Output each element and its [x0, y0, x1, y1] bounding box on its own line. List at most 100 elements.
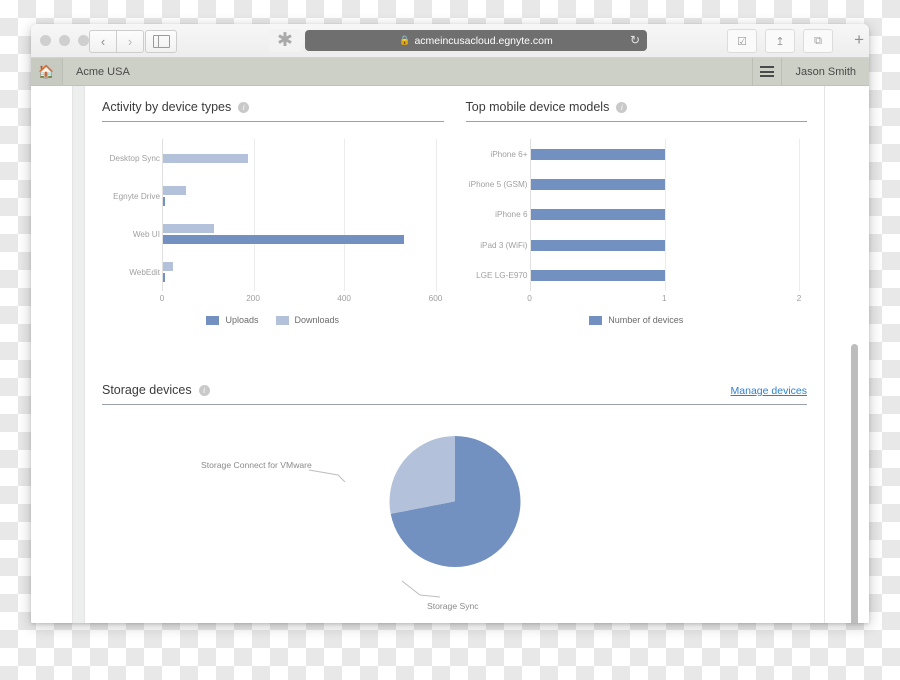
storage-pie-chart — [389, 436, 520, 567]
mobile-category-label: iPad 3 (WiFi) — [480, 240, 528, 250]
mobile-x-axis: 0 1 2 — [527, 291, 802, 307]
activity-category-label: Desktop Sync — [109, 153, 160, 163]
mobile-models-widget-title: Top mobile device models — [465, 100, 610, 114]
mobile-legend: Number of devices — [466, 315, 808, 325]
mobile-x-tick: 0 — [527, 294, 532, 303]
mobile-device-bar — [530, 239, 665, 251]
legend-item-uploads: Uploads — [206, 315, 259, 325]
browser-window: ‹ › ✱ 🔒 acmeincusacloud.egnyte.com ↻ ☑ ↥… — [31, 24, 869, 623]
minimize-window-button[interactable] — [59, 35, 70, 46]
activity-uploads-bar — [163, 197, 166, 206]
page-body: Activity by device types i Desktop Sync … — [31, 86, 869, 623]
legend-label: Downloads — [294, 315, 340, 325]
activity-x-tick: 400 — [337, 294, 351, 303]
address-bar[interactable]: 🔒 acmeincusacloud.egnyte.com ↻ — [305, 30, 647, 51]
activity-downloads-bar — [163, 186, 186, 195]
mobile-category-label: LGE LG-E970 — [476, 271, 528, 281]
legend-swatch — [206, 315, 220, 325]
activity-x-tick: 0 — [159, 294, 165, 303]
maximize-window-button[interactable] — [78, 35, 89, 46]
sidebar-toggle-button[interactable] — [145, 30, 177, 53]
info-icon[interactable]: i — [238, 101, 250, 113]
activity-downloads-bar — [163, 153, 249, 163]
left-rail — [31, 86, 73, 623]
mobile-models-widget-header: Top mobile device models i — [465, 100, 807, 122]
legend-label: Uploads — [225, 315, 259, 325]
mobile-category-labels: iPhone 6+ iPhone 5 (GSM) iPhone 6 iPad 3… — [466, 139, 528, 291]
mobile-device-bar — [530, 270, 665, 282]
mobile-models-chart: iPhone 6+ iPhone 5 (GSM) iPhone 6 iPad 3… — [466, 139, 808, 325]
scrollbar-thumb[interactable] — [851, 344, 858, 623]
activity-uploads-bar — [163, 235, 404, 244]
mobile-bar-group — [530, 169, 800, 199]
storage-widget-header: Storage devices i Manage devices — [102, 383, 807, 405]
mobile-category-label: iPhone 5 (GSM) — [468, 180, 528, 190]
activity-bar-group — [163, 215, 436, 253]
lock-icon: 🔒 — [399, 35, 411, 45]
pie-label-storage-sync: Storage Sync — [427, 601, 479, 611]
mobile-x-tick: 2 — [796, 294, 802, 303]
legend-swatch — [275, 315, 289, 325]
activity-category-label: WebEdit — [129, 267, 160, 277]
home-button[interactable]: 🏠 — [31, 58, 63, 85]
activity-category-label: Egnyte Drive — [113, 191, 160, 201]
tabs-overview-icon[interactable]: ⧉ — [803, 29, 833, 53]
new-tab-button[interactable]: + — [854, 31, 864, 48]
pie-label-vmware: Storage Connect for VMware — [201, 460, 312, 470]
sidebar-icon — [152, 35, 170, 48]
bookmark-icon[interactable]: ☑ — [727, 29, 757, 53]
activity-bar-group — [163, 253, 436, 291]
address-bar-url: acmeincusacloud.egnyte.com — [414, 34, 553, 47]
info-icon[interactable]: i — [616, 101, 628, 113]
mobile-bar-group — [530, 139, 800, 169]
extension-button[interactable]: ✱ — [269, 29, 301, 52]
activity-category-labels: Desktop Sync Egnyte Drive Web UI WebEdit — [102, 139, 160, 291]
right-rail — [825, 86, 869, 623]
activity-bar-group — [163, 139, 436, 177]
hamburger-menu-icon[interactable] — [752, 58, 783, 85]
browser-toolbar: ‹ › ✱ 🔒 acmeincusacloud.egnyte.com ↻ ☑ ↥… — [31, 24, 869, 58]
mobile-bar-group — [530, 230, 800, 260]
activity-widget: Activity by device types i Desktop Sync … — [102, 100, 444, 325]
activity-bar-group — [163, 177, 436, 215]
mobile-x-tick: 1 — [661, 294, 667, 303]
activity-x-axis: 0 200 400 600 — [159, 291, 443, 307]
activity-uploads-bar — [163, 273, 166, 282]
home-icon: 🏠 — [38, 64, 55, 79]
mobile-bar-group — [530, 261, 800, 291]
forward-button[interactable]: › — [116, 30, 144, 53]
mobile-device-bar — [530, 179, 665, 191]
legend-item-devices: Number of devices — [589, 315, 683, 325]
user-name[interactable]: Jason Smith — [782, 66, 869, 78]
legend-swatch — [589, 315, 603, 325]
activity-downloads-bar — [163, 262, 174, 271]
mobile-models-widget: Top mobile device models i iPhone 6+ iPh… — [465, 100, 808, 325]
mobile-bar-group — [530, 200, 800, 230]
storage-widget-title: Storage devices — [102, 383, 192, 397]
back-button[interactable]: ‹ — [89, 30, 116, 53]
info-icon[interactable]: i — [198, 384, 210, 396]
legend-item-downloads: Downloads — [275, 315, 340, 325]
mobile-plot — [529, 139, 800, 291]
share-icon[interactable]: ↥ — [765, 29, 795, 53]
mobile-device-bar — [530, 209, 665, 221]
top-widgets-row: Activity by device types i Desktop Sync … — [102, 100, 808, 325]
window-controls[interactable] — [40, 35, 89, 46]
left-strip — [73, 86, 85, 623]
manage-devices-link[interactable]: Manage devices — [731, 385, 807, 397]
reload-icon[interactable]: ↻ — [630, 33, 640, 47]
activity-x-tick: 200 — [246, 294, 260, 303]
dashboard-content: Activity by device types i Desktop Sync … — [85, 86, 825, 623]
navigation-buttons: ‹ › — [89, 30, 144, 53]
mobile-device-bar — [530, 148, 665, 160]
pie-leader-lines — [308, 469, 441, 598]
activity-chart: Desktop Sync Egnyte Drive Web UI WebEdit — [102, 139, 444, 325]
toolbar-right-buttons: ☑ ↥ ⧉ — [727, 29, 833, 53]
scrollbar-track[interactable] — [850, 86, 859, 623]
storage-pie-area: Storage Connect for VMware Storage Sync — [102, 419, 807, 623]
activity-downloads-bar — [163, 224, 215, 233]
activity-plot — [162, 139, 437, 291]
activity-widget-title: Activity by device types — [102, 100, 232, 114]
storage-devices-widget: Storage devices i Manage devices Storage… — [102, 383, 807, 623]
close-window-button[interactable] — [40, 35, 51, 46]
